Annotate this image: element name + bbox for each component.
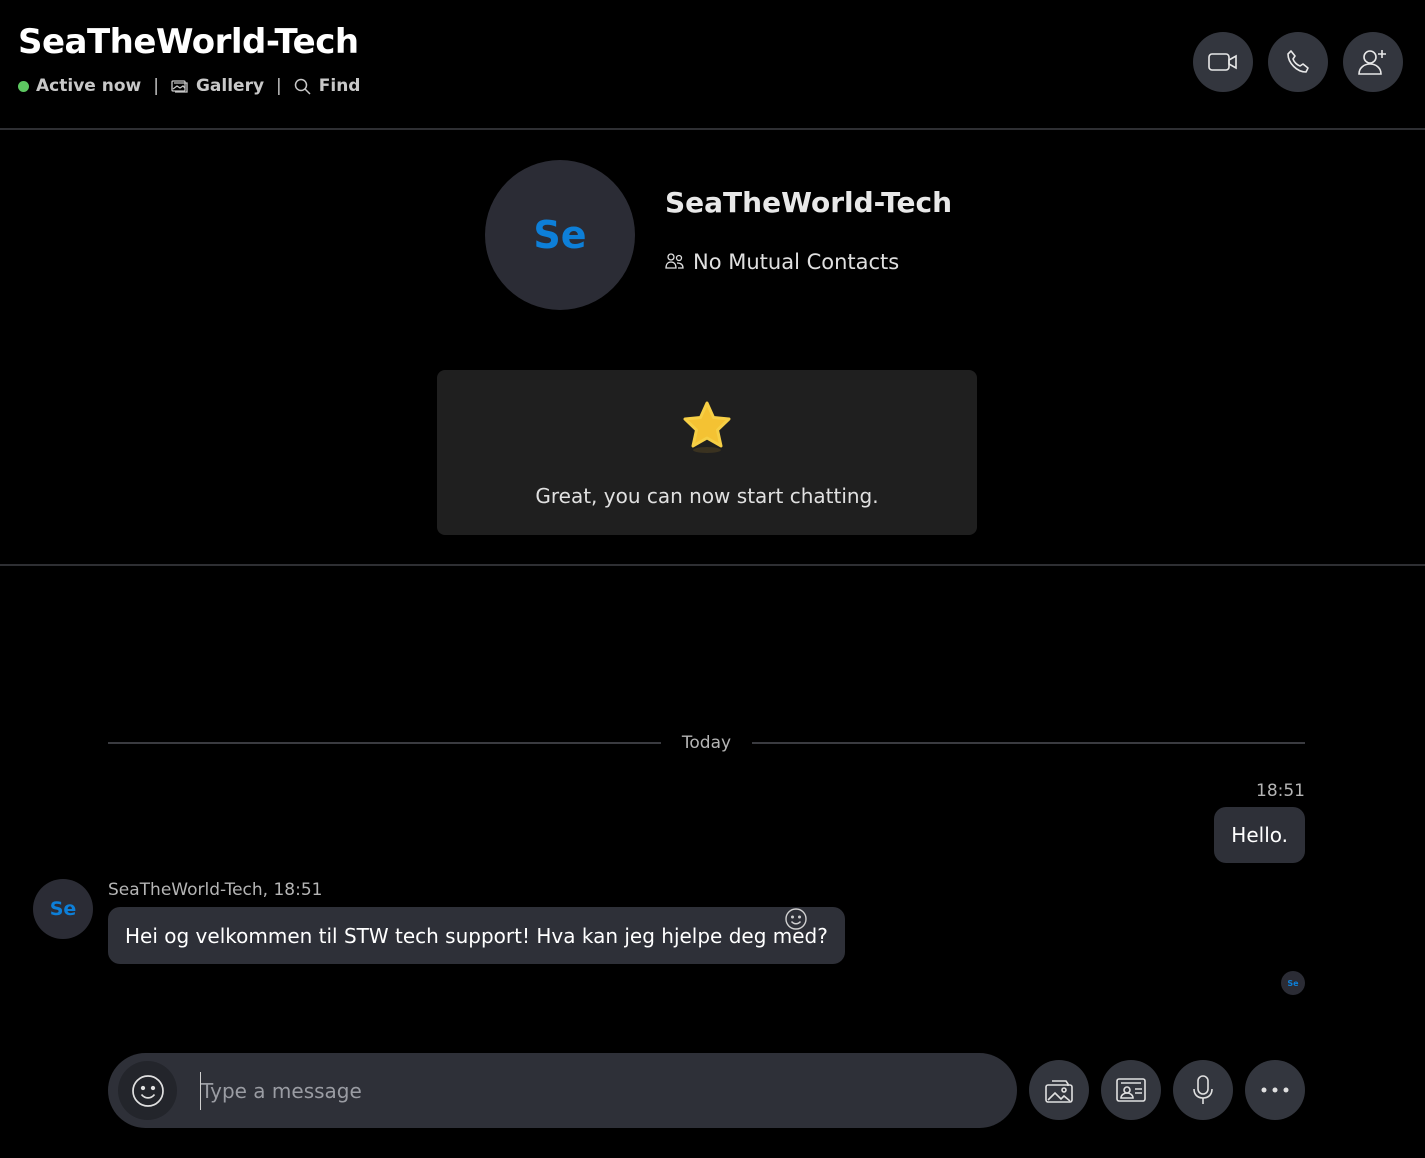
- add-reaction-button[interactable]: [784, 907, 808, 935]
- star-icon: [683, 401, 731, 453]
- gallery-icon: [171, 80, 188, 93]
- separator: |: [153, 76, 159, 96]
- smiley-icon: [785, 908, 807, 930]
- emoji-icon: [131, 1074, 164, 1107]
- gallery-icon: [1045, 1080, 1073, 1103]
- presence-dot: [18, 80, 29, 92]
- voice-message-button[interactable]: [1173, 1060, 1233, 1120]
- search-icon: [294, 78, 311, 95]
- day-label: Today: [681, 733, 732, 753]
- status-text: Active now: [36, 76, 142, 96]
- section-divider: [0, 564, 1425, 566]
- contact-card-icon: [1116, 1078, 1146, 1102]
- profile-avatar[interactable]: Se: [485, 160, 635, 310]
- divider-line: [752, 742, 1305, 744]
- sender-avatar[interactable]: Se: [33, 879, 93, 939]
- audio-call-icon: [1287, 50, 1309, 73]
- call-buttons: [1193, 32, 1403, 92]
- video-call-button[interactable]: [1193, 32, 1253, 92]
- message-sender-meta: SeaTheWorld-Tech, 18:51: [108, 880, 323, 900]
- find-label: Find: [318, 76, 361, 96]
- gallery-link[interactable]: Gallery: [171, 76, 264, 96]
- add-people-icon: [1358, 50, 1386, 75]
- message-timestamp: 18:51: [1256, 781, 1305, 801]
- find-link[interactable]: Find: [294, 76, 361, 96]
- contacts-icon: [665, 253, 684, 269]
- send-contact-button[interactable]: [1101, 1060, 1161, 1120]
- incoming-message[interactable]: Hei og velkommen til STW tech support! H…: [108, 907, 845, 964]
- more-options-button[interactable]: [1245, 1060, 1305, 1120]
- welcome-text: Great, you can now start chatting.: [535, 484, 879, 508]
- add-people-button[interactable]: [1343, 32, 1403, 92]
- message-input[interactable]: [200, 1072, 980, 1110]
- profile-name: SeaTheWorld-Tech: [665, 186, 953, 219]
- gallery-label: Gallery: [195, 76, 265, 96]
- send-media-button[interactable]: [1029, 1060, 1089, 1120]
- mutual-contacts: No Mutual Contacts: [665, 250, 899, 274]
- video-call-icon: [1208, 53, 1237, 71]
- emoji-button[interactable]: [118, 1061, 177, 1120]
- chat-title[interactable]: SeaTheWorld-Tech: [18, 22, 359, 62]
- welcome-card: Great, you can now start chatting.: [437, 370, 977, 535]
- composer-tools: [1029, 1060, 1305, 1120]
- outgoing-message[interactable]: Hello.: [1214, 807, 1305, 863]
- chat-header: SeaTheWorld-Tech Active now | Gallery | …: [0, 0, 1425, 130]
- audio-call-button[interactable]: [1268, 32, 1328, 92]
- mutual-contacts-text: No Mutual Contacts: [693, 250, 900, 274]
- divider-line: [108, 742, 661, 744]
- read-receipt-avatar: Se: [1281, 971, 1305, 995]
- microphone-icon: [1193, 1075, 1213, 1104]
- separator: |: [276, 76, 282, 96]
- more-icon: [1261, 1087, 1289, 1093]
- chat-subline: Active now | Gallery | Find: [18, 74, 360, 98]
- message-composer: [108, 1053, 1017, 1128]
